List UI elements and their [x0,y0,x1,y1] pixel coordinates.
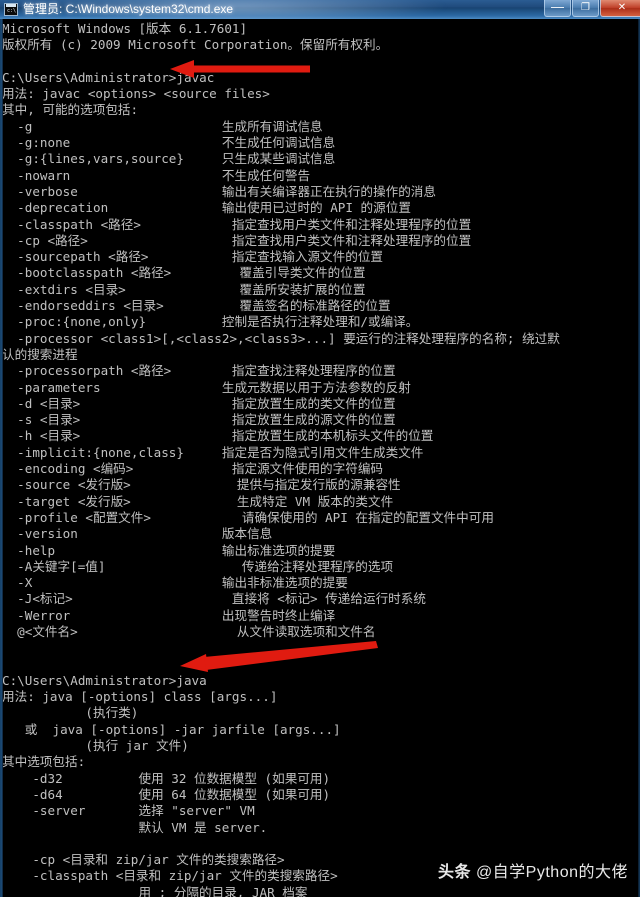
console-line: -help 输出标准选项的提要 [2,542,336,558]
watermark: 头条 @自学Python的大佬 [438,863,628,883]
console-line: -target <发行版> 生成特定 VM 版本的类文件 [2,493,394,509]
console-line: -processorpath <路径> 指定查找注释处理程序的位置 [2,363,396,379]
console-line: -proc:{none,only} 控制是否执行注释处理和/或编译。 [2,314,419,330]
console-line: -profile <配置文件> 请确保使用的 API 在指定的配置文件中可用 [2,509,494,525]
console-line: -encoding <编码> 指定源文件使用的字符编码 [2,461,384,477]
console-line: -s <目录> 指定放置生成的源文件的位置 [2,412,396,428]
console-line: C:\Users\Administrator>java [2,672,207,688]
console-line: -verbose 输出有关编译器正在执行的操作的消息 [2,183,436,199]
console-line: 认的搜索进程 [2,346,78,362]
console-line: -source <发行版> 提供与指定发行版的源兼容性 [2,477,401,493]
console-line: (执行类) [2,705,139,721]
console-line: -extdirs <目录> 覆盖所安装扩展的位置 [2,281,366,297]
console-line: -d64 使用 64 位数据模型 (如果可用) [2,786,331,802]
console-line: -g:none 不生成任何调试信息 [2,135,336,151]
console-line: -A关键字[=值] 传递给注释处理程序的选项 [2,558,394,574]
console-output[interactable]: Microsoft Windows [版本 6.1.7601] 版权所有 (c) … [0,19,640,897]
console-line: -deprecation 输出使用已过时的 API 的源位置 [2,200,411,216]
close-button[interactable]: ✕ [600,0,640,17]
console-line: Microsoft Windows [版本 6.1.7601] [2,21,248,36]
console-line: @<文件名> 从文件读取选项和文件名 [2,623,376,639]
minimize-button[interactable]: — [544,0,571,17]
console-line: 版权所有 (c) 2009 Microsoft Corporation。保留所有… [2,37,389,53]
console-line: -classpath <路径> 指定查找用户类文件和注释处理程序的位置 [2,216,472,232]
console-line: -server 选择 "server" VM [2,803,255,819]
console-line: 用法: javac <options> <source files> [2,86,270,102]
watermark-handle: @自学Python的大佬 [475,864,628,881]
maximize-button[interactable]: ❐ [572,0,599,17]
console-line: -Werror 出现警告时终止编译 [2,607,336,623]
cmd-console-icon: c:\ [4,3,18,16]
console-line: 其中, 可能的选项包括: [2,102,139,118]
console-line: -g:{lines,vars,source} 只生成某些调试信息 [2,151,336,167]
window-titlebar[interactable]: c:\ 管理员: C:\Windows\system32\cmd.exe — ❐… [0,0,640,19]
console-line: -implicit:{none,class} 指定是否为隐式引用文件生成类文件 [2,444,424,460]
console-line: -cp <路径> 指定查找用户类文件和注释处理程序的位置 [2,232,472,248]
console-line: -h <目录> 指定放置生成的本机标头文件的位置 [2,428,434,444]
maximize-icon: ❐ [581,2,590,13]
window-title: 管理员: C:\Windows\system32\cmd.exe [23,2,234,16]
console-line: -processor <class1>[,<class2>,<class3>..… [2,330,560,346]
console-line: 其中选项包括: [2,754,86,770]
console-line: -X 输出非标准选项的提要 [2,575,348,591]
console-line: (执行 jar 文件) [2,738,189,754]
minimize-icon: — [551,0,564,14]
console-line: -d <目录> 指定放置生成的类文件的位置 [2,395,396,411]
console-line: -J<标记> 直接将 <标记> 传递给运行时系统 [2,591,426,607]
console-line: 或 java [-options] -jar jarfile [args...] [2,721,341,737]
window-controls: — ❐ ✕ [543,0,640,17]
console-line: 默认 VM 是 server. [2,819,268,835]
console-line: -sourcepath <路径> 指定查找输入源文件的位置 [2,249,384,265]
watermark-brand: 头条 [437,864,471,881]
console-line: 用 ; 分隔的目录, JAR 档案 [2,884,308,897]
console-line: -g 生成所有调试信息 [2,118,323,134]
cmd-window: c:\ 管理员: C:\Windows\system32\cmd.exe — ❐… [0,0,640,897]
console-line: -parameters 生成元数据以用于方法参数的反射 [2,379,411,395]
console-line: -version 版本信息 [2,526,273,542]
console-line: -d32 使用 32 位数据模型 (如果可用) [2,770,331,786]
console-line: C:\Users\Administrator>javac [2,69,215,85]
console-line: -bootclasspath <路径> 覆盖引导类文件的位置 [2,265,366,281]
close-icon: ✕ [617,2,627,13]
console-line: -endorseddirs <目录> 覆盖签名的标准路径的位置 [2,298,391,314]
console-line: 用法: java [-options] class [args...] [2,689,278,705]
console-line: -nowarn 不生成任何警告 [2,167,311,183]
